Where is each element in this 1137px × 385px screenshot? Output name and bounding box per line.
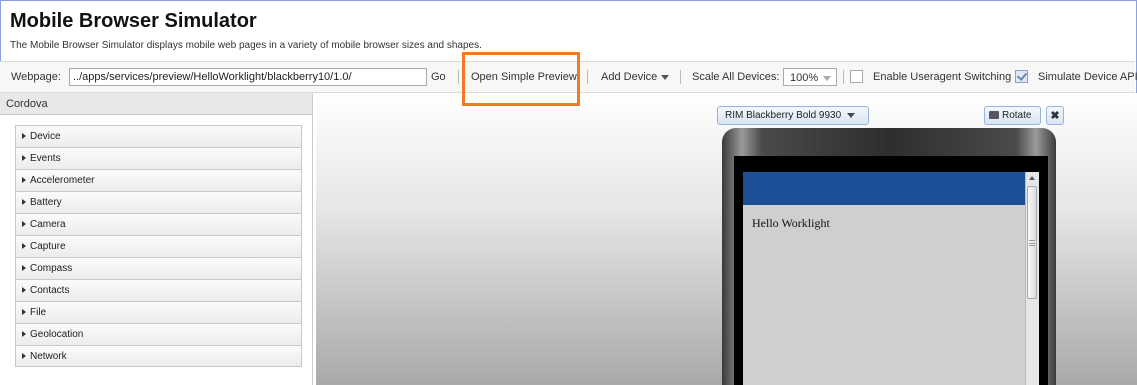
cordova-panel: Cordova Device Events Accelerometer Batt… [0, 93, 313, 385]
accordion-label: Compass [30, 263, 73, 274]
accordion-item-contacts[interactable]: Contacts [15, 279, 302, 301]
triangle-right-icon [22, 265, 26, 272]
accordion-label: Network [30, 351, 67, 362]
accordion-label: Contacts [30, 285, 70, 296]
accordion-item-compass[interactable]: Compass [15, 257, 302, 279]
accordion-item-file[interactable]: File [15, 301, 302, 323]
toolbar-divider [587, 70, 588, 84]
accordion-label: Geolocation [30, 329, 84, 340]
accordion-label: File [30, 307, 47, 318]
page-title: Mobile Browser Simulator [10, 10, 257, 32]
accordion-item-accelerometer[interactable]: Accelerometer [15, 169, 302, 191]
accordion-item-battery[interactable]: Battery [15, 191, 302, 213]
accordion-label: Battery [30, 197, 62, 208]
triangle-right-icon [22, 199, 26, 206]
webpage-label: Webpage: [11, 71, 61, 83]
rotate-button[interactable]: Rotate [984, 106, 1041, 125]
close-icon: ✖ [1050, 110, 1060, 122]
triangle-right-icon [22, 309, 26, 316]
page-content-text: Hello Worklight [752, 216, 830, 230]
useragent-switching-checkbox[interactable] [850, 70, 863, 83]
device-select-value: RIM Blackberry Bold 9930 [725, 110, 842, 121]
triangle-right-icon [22, 221, 26, 228]
scale-value: 100% [790, 72, 819, 84]
accordion-item-geolocation[interactable]: Geolocation [15, 323, 302, 345]
triangle-right-icon [22, 353, 26, 360]
chevron-down-icon [823, 76, 831, 81]
accordion-item-network[interactable]: Network [15, 345, 302, 367]
accordion-label: Accelerometer [30, 175, 95, 186]
cordova-panel-header: Cordova [0, 93, 312, 115]
triangle-right-icon [22, 331, 26, 338]
scrollbar-grip-icon [1029, 240, 1035, 246]
triangle-right-icon [22, 287, 26, 294]
triangle-right-icon [22, 155, 26, 162]
chevron-down-icon [661, 74, 670, 80]
chevron-down-icon [847, 112, 856, 118]
scale-all-devices-label: Scale All Devices: [692, 71, 780, 83]
simulate-device-api-label: Simulate Device API [1038, 71, 1137, 83]
scroll-up-arrow-icon[interactable] [1029, 176, 1035, 180]
toolbar-divider [458, 70, 459, 84]
triangle-right-icon [22, 177, 26, 184]
webpage-url-input[interactable] [69, 68, 427, 86]
open-simple-preview-button[interactable]: Open Simple Preview [471, 62, 577, 92]
go-button[interactable]: Go [431, 62, 446, 92]
toolbar-divider [843, 70, 844, 84]
accordion-label: Camera [30, 219, 66, 230]
device-select[interactable]: RIM Blackberry Bold 9930 [717, 106, 869, 125]
accordion-item-capture[interactable]: Capture [15, 235, 302, 257]
rotate-label: Rotate [1002, 110, 1032, 121]
simulate-device-api-checkbox[interactable] [1015, 70, 1028, 83]
close-device-button[interactable]: ✖ [1046, 106, 1064, 125]
cordova-accordion: Device Events Accelerometer Battery Came… [15, 125, 302, 367]
accordion-item-events[interactable]: Events [15, 147, 302, 169]
add-device-label: Add Device [601, 71, 658, 83]
scale-select[interactable]: 100% [783, 68, 837, 86]
toolbar-divider [680, 70, 681, 84]
accordion-item-camera[interactable]: Camera [15, 213, 302, 235]
accordion-item-device[interactable]: Device [15, 125, 302, 147]
page-subtitle: The Mobile Browser Simulator displays mo… [10, 40, 482, 51]
triangle-right-icon [22, 243, 26, 250]
useragent-switching-label: Enable Useragent Switching [873, 71, 1012, 83]
accordion-label: Capture [30, 241, 66, 252]
app-header-bar [743, 172, 1025, 205]
accordion-label: Device [30, 131, 61, 142]
add-device-button[interactable]: Add Device [601, 62, 670, 92]
toolbar: Webpage: Go Open Simple Preview Add Devi… [0, 61, 1137, 93]
accordion-label: Events [30, 153, 61, 164]
triangle-right-icon [22, 133, 26, 140]
rotate-icon [989, 111, 999, 120]
